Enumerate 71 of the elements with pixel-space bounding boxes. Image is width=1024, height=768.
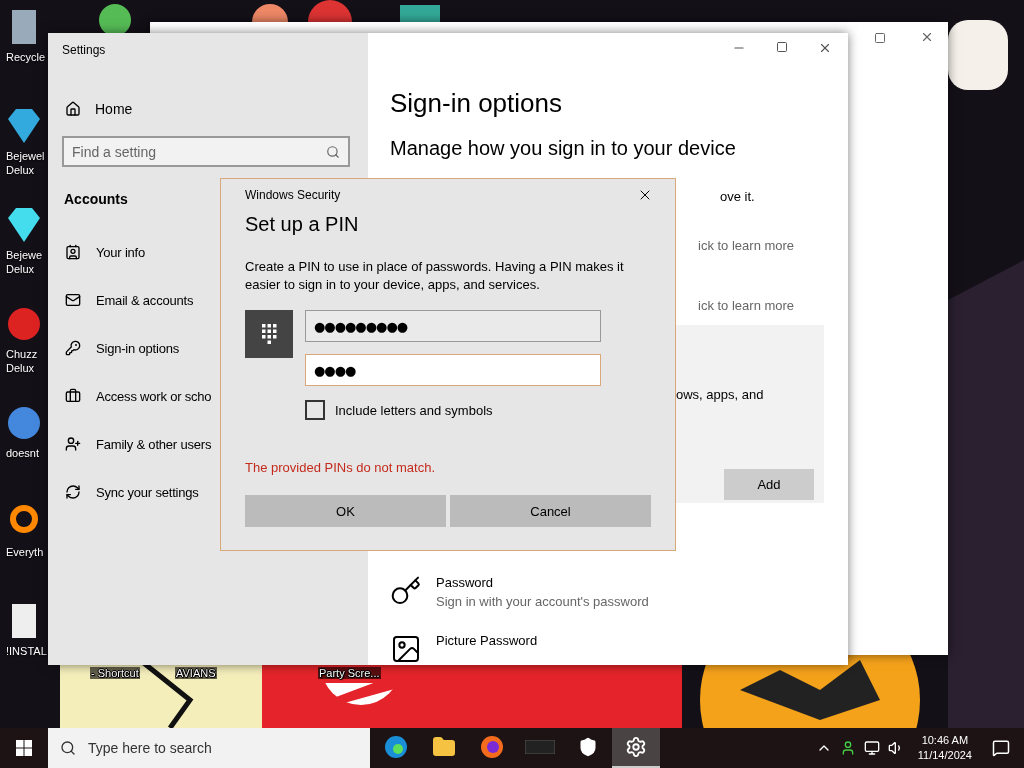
key-icon <box>65 340 81 356</box>
add-button[interactable]: Add <box>724 468 814 500</box>
checkbox-label: Include letters and symbols <box>335 402 493 418</box>
settings-icon <box>625 736 647 758</box>
browser-icon <box>480 735 504 759</box>
app-icon[interactable] <box>6 404 42 442</box>
nav-item[interactable]: Email & accounts <box>65 276 194 324</box>
browser-icon <box>384 735 408 759</box>
shield-icon <box>578 737 598 757</box>
page-subtitle: Manage how you sign in to your device <box>390 136 736 160</box>
briefcase-icon <box>65 388 81 404</box>
search-field[interactable]: Find a setting <box>62 136 350 167</box>
key-icon <box>390 575 422 607</box>
icon-label: Party Scre... <box>318 667 381 679</box>
nav-item[interactable]: Sign-in options <box>65 324 179 372</box>
nav-item[interactable]: Access work or scho <box>65 372 212 420</box>
icon-label: Bejewe Delux <box>6 248 43 276</box>
icon-label: !INSTAL <box>6 644 47 658</box>
search-icon <box>326 144 340 159</box>
pin-field[interactable]: ●●●● <box>305 354 601 386</box>
search-icon <box>60 740 76 756</box>
section-heading: Accounts <box>64 191 128 207</box>
maximize-icon[interactable] <box>776 41 788 53</box>
app-icon[interactable] <box>252 4 288 22</box>
dialog-text: Create a PIN to use in place of passwords. Having a PIN makes it easier to sign in to your device, apps, and services. <box>245 258 625 294</box>
nav-item[interactable]: Family & other users <box>65 420 212 468</box>
icon-label: AVIANS <box>175 667 217 679</box>
option-title[interactable]: Password <box>436 575 649 590</box>
clock[interactable]: 10:46 AM 11/14/2024 <box>917 733 972 763</box>
option-description: Sign in with your account's password <box>436 594 649 609</box>
home-icon <box>65 101 81 117</box>
network-icon[interactable] <box>863 740 880 756</box>
mail-icon <box>65 292 81 308</box>
keypad-icon <box>245 310 293 358</box>
taskbar-app[interactable] <box>612 728 660 768</box>
description-text: ows, apps, and <box>676 386 764 402</box>
cancel-button[interactable]: Cancel <box>450 495 651 527</box>
sync-icon <box>65 484 81 500</box>
page-title: Sign-in options <box>390 87 562 119</box>
icon-label: - Shortcut <box>90 667 140 679</box>
dialog-caption: Windows Security <box>245 188 341 202</box>
link[interactable]: ick to learn more <box>698 237 795 253</box>
nav-item[interactable]: Your info <box>65 228 146 276</box>
icon-label: Bejewel Delux <box>6 149 45 177</box>
windows-logo-icon[interactable] <box>16 740 32 756</box>
pin-field[interactable]: ●●●●●●●●● <box>305 310 601 342</box>
link[interactable]: ick to learn more <box>698 297 795 313</box>
taskbar-search-field[interactable]: Type here to search <box>48 728 370 768</box>
icon-label: Everyth <box>6 545 44 559</box>
maximize-icon[interactable] <box>874 32 886 44</box>
description-text: ove it. <box>720 188 755 204</box>
app-icon <box>525 740 555 754</box>
error-message: The provided PINs do not match. <box>245 460 437 475</box>
icon-label: doesnt <box>6 446 40 460</box>
close-icon[interactable] <box>818 41 832 55</box>
adduser-icon <box>65 436 81 452</box>
window-title: Settings <box>62 43 107 57</box>
nav-item[interactable]: Sync your settings <box>65 468 199 516</box>
nav-item[interactable]: Home <box>65 101 352 117</box>
icon-label: Chuzz Delux <box>6 347 38 375</box>
notification-icon[interactable] <box>992 739 1010 757</box>
folder-icon <box>432 735 456 759</box>
image-icon <box>390 633 422 665</box>
icon-label: Recycle <box>6 50 46 64</box>
checkbox[interactable] <box>305 400 325 420</box>
ok-button[interactable]: OK <box>245 495 446 527</box>
dialog-title: Set up a PIN <box>245 213 360 236</box>
option-title[interactable]: Picture Password <box>436 633 538 648</box>
app-icon[interactable] <box>6 206 42 244</box>
info-icon <box>65 244 81 260</box>
app-icon[interactable] <box>6 107 42 145</box>
